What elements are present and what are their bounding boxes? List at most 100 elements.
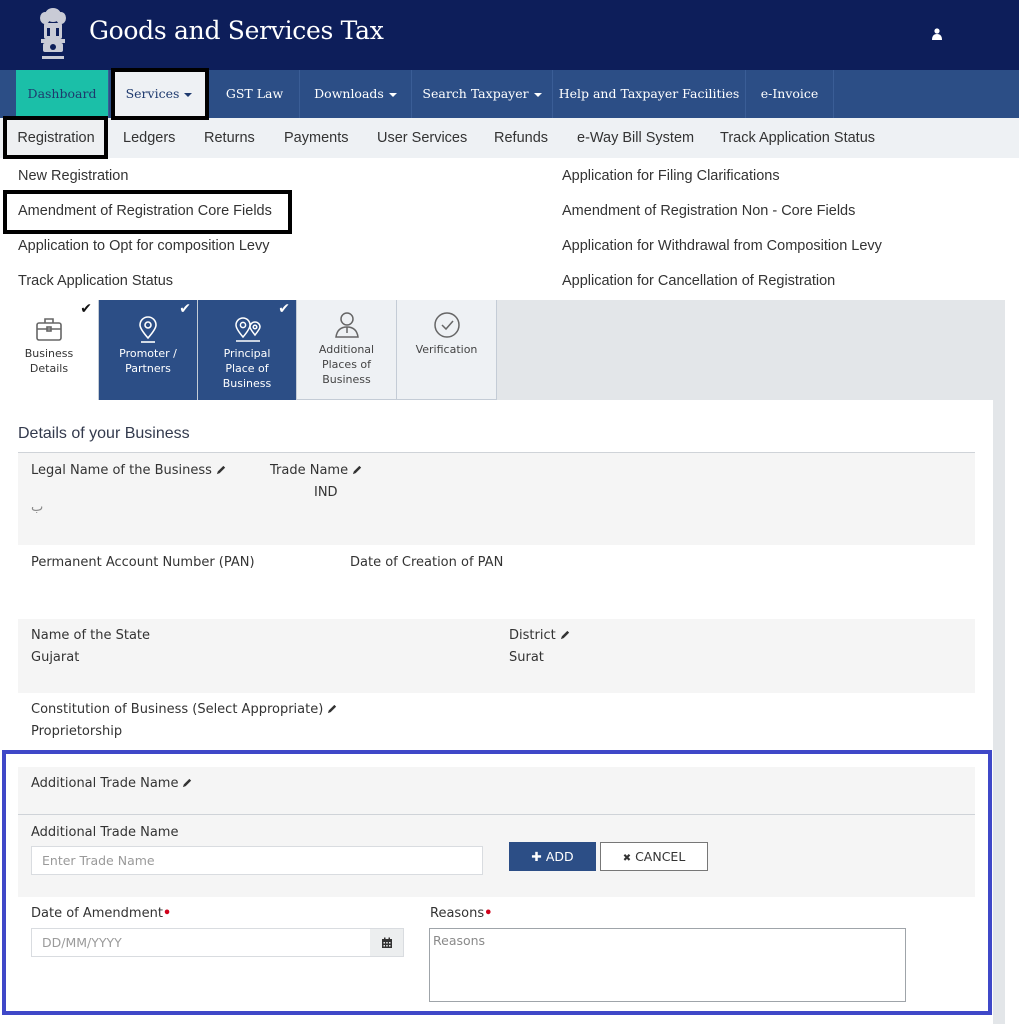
additional-trade-name-input[interactable] [31, 846, 483, 875]
menu-track-application-status[interactable]: Track Application Status [18, 273, 173, 289]
cancel-button[interactable]: ✖ CANCEL [600, 842, 708, 871]
chevron-down-icon [184, 92, 193, 97]
check-circle-icon [433, 312, 460, 338]
subnav-payments[interactable]: Payments [284, 118, 348, 158]
reasons-label: Reasons• [430, 906, 492, 921]
required-marker: • [484, 906, 493, 921]
subnav-ledgers[interactable]: Ledgers [123, 118, 175, 158]
nav-help-taxpayer-facilities[interactable]: Help and Taxpayer Facilities [553, 70, 746, 118]
step-label: Promoter / [119, 347, 177, 360]
step-label: Place of [225, 362, 269, 375]
cancel-button-label: CANCEL [635, 849, 686, 864]
wizard-step-business-details[interactable]: ✔ Business Details [0, 300, 99, 400]
nav-search-taxpayer[interactable]: Search Taxpayer [412, 70, 553, 118]
date-picker-button[interactable] [370, 928, 404, 957]
wizard-step-verification[interactable]: Verification [397, 300, 497, 400]
calendar-icon [382, 937, 392, 948]
step-label: Verification [415, 343, 478, 356]
pencil-icon[interactable] [352, 464, 363, 475]
person-icon [334, 312, 359, 338]
date-of-amendment-label: Date of Amendment• [31, 906, 171, 921]
date-label-text: Date of Amendment [31, 906, 163, 921]
menu-filing-clarifications[interactable]: Application for Filing Clarifications [562, 168, 780, 184]
chevron-down-icon [533, 92, 542, 97]
nav-dashboard-label: Dashboard [27, 86, 97, 101]
pencil-icon[interactable] [560, 629, 571, 640]
nav-e-invoice-label: e-Invoice [760, 86, 819, 101]
services-sub-nav: Registration Ledgers Returns Payments Us… [0, 118, 1019, 158]
step-label: Business [322, 373, 371, 386]
step-label: Additional [318, 343, 375, 356]
add-button-label: ADD [545, 849, 574, 864]
constitution-label-text: Constitution of Business (Select Appropr… [31, 702, 324, 717]
section-title: Details of your Business [18, 425, 190, 442]
menu-amendment-non-core-fields[interactable]: Amendment of Registration Non - Core Fie… [562, 203, 855, 219]
site-title: Goods and Services Tax [89, 16, 384, 45]
reasons-label-text: Reasons [430, 906, 485, 921]
user-icon[interactable] [932, 28, 942, 40]
location-pin-icon [139, 316, 157, 343]
national-emblem-icon [40, 8, 66, 59]
wizard-step-principal-place[interactable]: ✔ Principal Place of Business [198, 300, 297, 400]
double-location-pin-icon [235, 317, 261, 342]
pan-label: Permanent Account Number (PAN) [31, 555, 255, 570]
menu-new-registration[interactable]: New Registration [18, 168, 128, 184]
nav-downloads[interactable]: Downloads [300, 70, 412, 118]
close-icon: ✖ [622, 853, 632, 864]
state-value: Gujarat [31, 650, 80, 665]
menu-amendment-core-fields[interactable]: Amendment of Registration Core Fields [18, 203, 272, 219]
subnav-returns[interactable]: Returns [204, 118, 255, 158]
site-header: Goods and Services Tax [0, 0, 1019, 70]
step-label: Business [24, 347, 74, 360]
plus-icon: ✚ [531, 849, 542, 864]
legal-name-value: ب [31, 500, 44, 515]
subnav-refunds[interactable]: Refunds [494, 118, 548, 158]
subnav-registration[interactable]: Registration [8, 118, 104, 158]
pencil-icon[interactable] [327, 703, 338, 714]
nav-services-label: Services [125, 86, 180, 101]
step-label: Places of [321, 358, 372, 371]
menu-withdrawal-composition-levy[interactable]: Application for Withdrawal from Composit… [562, 238, 882, 254]
constitution-value: Proprietorship [31, 724, 123, 739]
check-icon: ✔ [278, 301, 290, 317]
pencil-icon[interactable] [216, 464, 227, 475]
subnav-track-application-status[interactable]: Track Application Status [720, 118, 875, 158]
briefcase-icon [36, 318, 62, 341]
subnav-user-services[interactable]: User Services [377, 118, 467, 158]
wizard-step-promoter-partners[interactable]: ✔ Promoter / Partners [99, 300, 198, 400]
district-label-text: District [509, 628, 556, 643]
nav-downloads-label: Downloads [314, 86, 384, 101]
check-icon: ✔ [179, 301, 191, 317]
nav-help-label: Help and Taxpayer Facilities [558, 86, 740, 101]
pan-date-label: Date of Creation of PAN [350, 555, 504, 570]
menu-opt-composition-levy[interactable]: Application to Opt for composition Levy [18, 238, 269, 254]
additional-trade-name-label: Additional Trade Name [31, 825, 179, 840]
step-label: Business [222, 377, 272, 390]
pencil-icon[interactable] [182, 777, 193, 788]
trade-name-label: Trade Name [270, 463, 363, 478]
district-value: Surat [509, 650, 544, 665]
nav-services[interactable]: Services [113, 70, 206, 118]
add-button[interactable]: ✚ ADD [509, 842, 596, 871]
trade-name-label-text: Trade Name [270, 463, 349, 478]
additional-trade-name-heading-text: Additional Trade Name [31, 776, 179, 791]
menu-cancellation-registration[interactable]: Application for Cancellation of Registra… [562, 273, 835, 289]
content-right-gutter [993, 400, 1005, 1024]
reasons-textarea[interactable] [429, 928, 906, 1002]
nav-search-taxpayer-label: Search Taxpayer [422, 86, 529, 101]
legal-name-label-text: Legal Name of the Business [31, 463, 212, 478]
chevron-down-icon [388, 92, 397, 97]
step-label: Details [29, 362, 69, 375]
nav-e-invoice[interactable]: e-Invoice [746, 70, 834, 118]
trade-name-value: IND [314, 485, 338, 500]
nav-gst-law[interactable]: GST Law [210, 70, 300, 118]
legal-name-label: Legal Name of the Business [31, 463, 227, 478]
state-label: Name of the State [31, 628, 151, 643]
wizard-step-additional-places[interactable]: Additional Places of Business [297, 300, 397, 400]
step-label: Partners [125, 362, 171, 375]
nav-dashboard[interactable]: Dashboard [16, 70, 109, 118]
state-district-row [18, 619, 975, 693]
main-nav: Dashboard Services GST Law Downloads Sea… [0, 70, 1019, 118]
subnav-e-way-bill[interactable]: e-Way Bill System [577, 118, 694, 158]
date-of-amendment-input[interactable] [31, 928, 371, 957]
